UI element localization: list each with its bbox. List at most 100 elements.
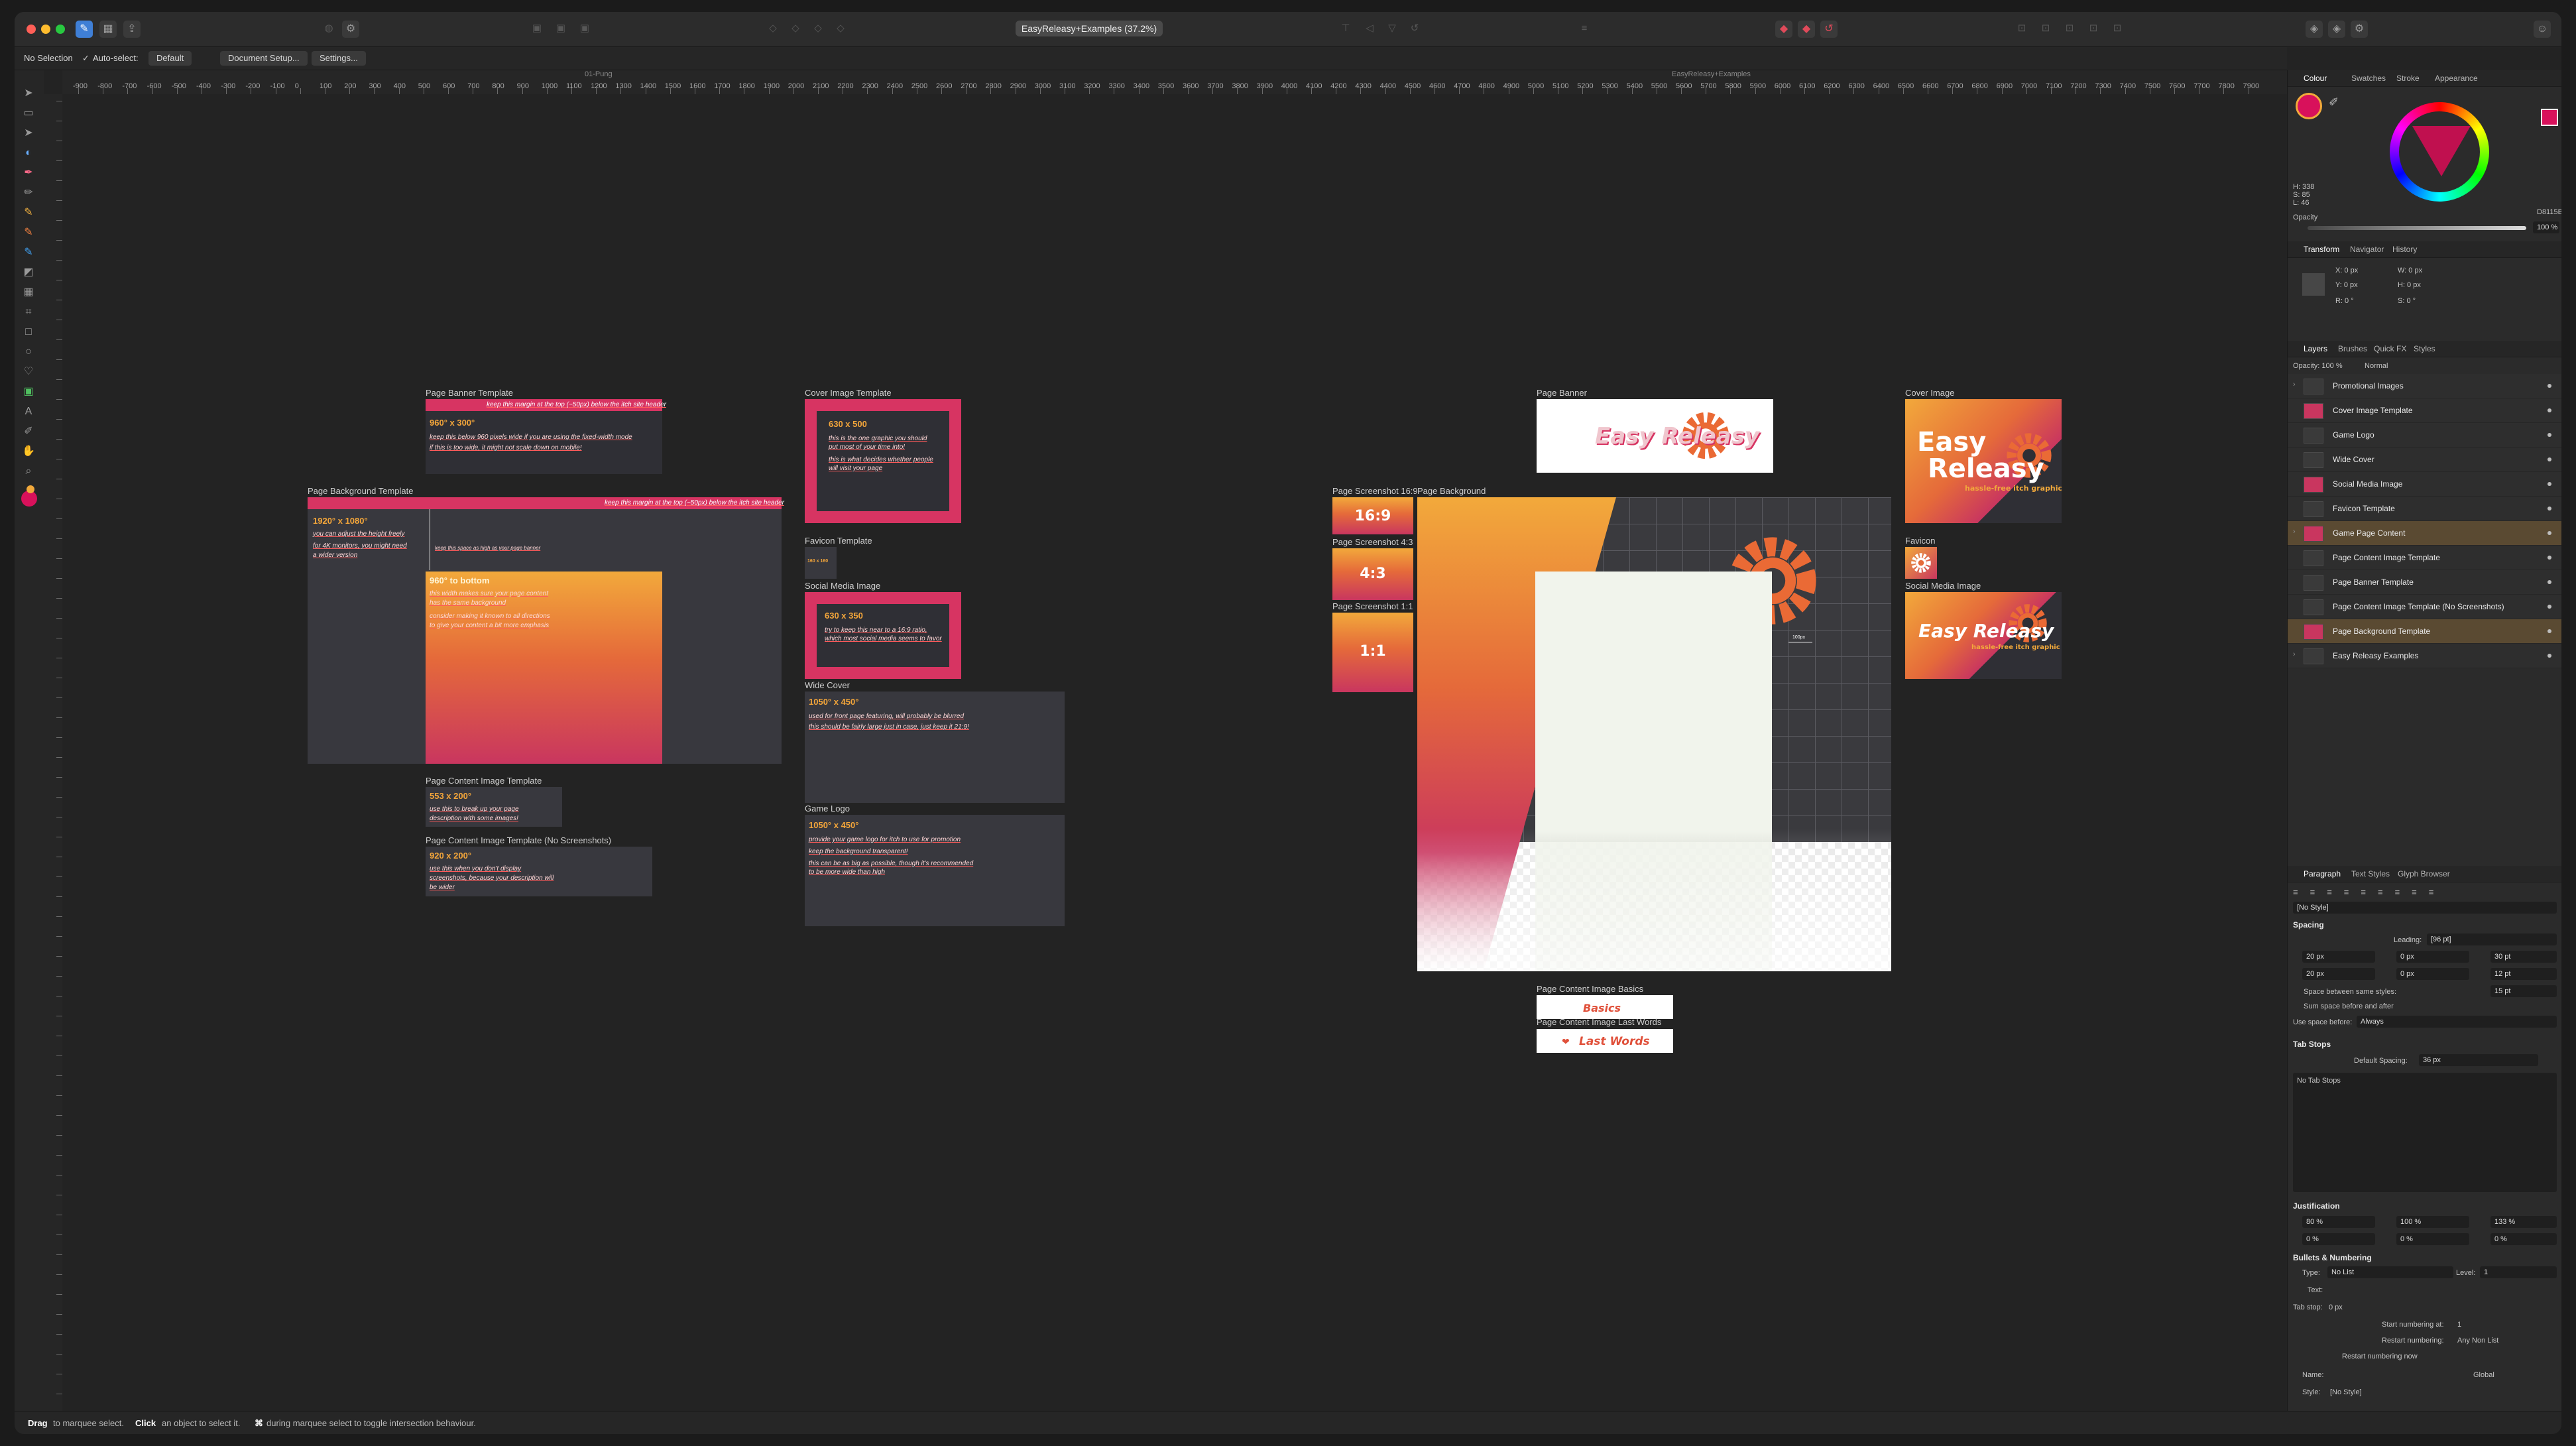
insert-behind-icon[interactable]: ⊡ bbox=[2040, 23, 2051, 34]
pixel-persona-icon[interactable]: ▦ bbox=[99, 21, 117, 38]
export-persona-icon[interactable]: ⇪ bbox=[123, 21, 141, 38]
favicon-artboard[interactable] bbox=[1905, 547, 1937, 579]
align-towards-spine-icon[interactable]: ≡ bbox=[2412, 887, 2417, 898]
settings-gear-icon[interactable]: ⚙ bbox=[342, 21, 359, 38]
tab-colour[interactable]: Colour bbox=[2304, 74, 2327, 83]
frame-text-tool-icon[interactable]: ▣ bbox=[21, 385, 36, 399]
artboard-label-favicon-template[interactable]: Favicon Template bbox=[805, 536, 872, 546]
align-icon[interactable]: ⊤ bbox=[1340, 23, 1351, 34]
content-last-words-artboard[interactable]: ❤ Last Words bbox=[1537, 1029, 1673, 1053]
last-line-indent[interactable]: 0 px bbox=[2396, 968, 2469, 980]
paragraph-style-dropdown[interactable]: [No Style] bbox=[2293, 902, 2557, 914]
layer-row[interactable]: Page Background Template bbox=[2288, 619, 2561, 644]
use-space-value[interactable]: Always bbox=[2357, 1016, 2557, 1028]
opacity-slider[interactable] bbox=[2308, 226, 2526, 230]
page-banner-artboard[interactable]: Easy Releasy bbox=[1537, 399, 1773, 473]
chevron-right-icon[interactable]: › bbox=[2293, 528, 2296, 536]
layers-opacity[interactable]: Opacity: 100 % bbox=[2293, 362, 2343, 370]
visibility-toggle[interactable] bbox=[2547, 433, 2551, 437]
layer-row[interactable]: › Promotional Images bbox=[2288, 374, 2561, 398]
page-banner-template-artboard[interactable]: keep this margin at the top (~50px) belo… bbox=[426, 399, 666, 474]
boolean-intersect-icon[interactable]: ↺ bbox=[1820, 21, 1838, 38]
layer-row[interactable]: Page Content Image Template (No Screensh… bbox=[2288, 595, 2561, 619]
boolean-subtract-icon[interactable]: ◆ bbox=[1798, 21, 1815, 38]
game-logo-artboard[interactable]: 1050° x 450° provide your game logo for … bbox=[805, 815, 1065, 926]
justify-center-icon[interactable]: ≡ bbox=[2361, 887, 2366, 898]
boolean-add-icon[interactable]: ◆ bbox=[1775, 21, 1792, 38]
layer-row[interactable]: Page Banner Template bbox=[2288, 570, 2561, 595]
visibility-toggle[interactable] bbox=[2547, 531, 2551, 535]
chevron-right-icon[interactable]: › bbox=[2293, 381, 2296, 389]
layer-row[interactable]: Cover Image Template bbox=[2288, 398, 2561, 423]
transform-h[interactable]: H: 0 px bbox=[2398, 281, 2421, 289]
opacity-value[interactable]: 100 % bbox=[2533, 221, 2559, 233]
artboard-label-screenshot-11[interactable]: Page Screenshot 1:1 bbox=[1332, 601, 1413, 611]
document-title[interactable]: EasyReleasy+Examples (37.2%) bbox=[1016, 21, 1163, 36]
order-last-icon[interactable]: ◇ bbox=[835, 23, 846, 34]
pencil-tool-icon[interactable]: ✏ bbox=[21, 186, 36, 200]
justify-left-icon[interactable]: ≡ bbox=[2344, 887, 2349, 898]
tab-transform[interactable]: Transform bbox=[2304, 245, 2339, 254]
artboard-label-content-last-words[interactable]: Page Content Image Last Words bbox=[1537, 1017, 1661, 1027]
place-image-tool-icon[interactable]: ▦ bbox=[21, 285, 36, 300]
artboard-label-page-background[interactable]: Page Background bbox=[1417, 486, 1486, 496]
artboard-label-content-basics[interactable]: Page Content Image Basics bbox=[1537, 984, 1643, 994]
default-spacing-value[interactable]: 36 px bbox=[2419, 1054, 2538, 1066]
global-checkbox[interactable]: Global bbox=[2473, 1371, 2494, 1379]
artboard-label-page-background-template[interactable]: Page Background Template bbox=[308, 486, 413, 496]
sum-space-checkbox[interactable]: Sum space before and after bbox=[2304, 1002, 2394, 1010]
view-tool-icon[interactable]: ✋ bbox=[21, 444, 36, 459]
auto-select-dropdown[interactable]: Default bbox=[148, 51, 192, 66]
tab-stroke[interactable]: Stroke bbox=[2396, 74, 2420, 83]
tab-appearance[interactable]: Appearance bbox=[2435, 74, 2478, 83]
artistic-text-tool-icon[interactable]: A bbox=[21, 404, 36, 419]
minimize-window-button[interactable] bbox=[41, 25, 50, 34]
justify-all-icon[interactable]: ≡ bbox=[2395, 887, 2400, 898]
grid-icon[interactable]: ▣ bbox=[556, 23, 566, 34]
zoom-tool-icon[interactable]: ⌕ bbox=[21, 464, 36, 479]
align-left-icon[interactable]: ≡ bbox=[2293, 887, 2298, 898]
tab-paragraph[interactable]: Paragraph bbox=[2304, 869, 2341, 878]
page-background-template-artboard[interactable]: keep this margin at the top (~50px) belo… bbox=[308, 497, 784, 764]
layer-row[interactable]: Social Media Image bbox=[2288, 472, 2561, 497]
artboard-tool-icon[interactable]: ▭ bbox=[21, 106, 36, 121]
artboard-label-cover-image-template[interactable]: Cover Image Template bbox=[805, 388, 892, 398]
transform-icon[interactable]: ≡ bbox=[1579, 23, 1590, 34]
insert-below-icon[interactable]: ⊡ bbox=[2088, 23, 2099, 34]
zoom-window-button[interactable] bbox=[56, 25, 65, 34]
node-tool-icon[interactable]: ➤ bbox=[21, 126, 36, 141]
visibility-toggle[interactable] bbox=[2547, 384, 2551, 388]
layers-blend-mode[interactable]: Normal bbox=[2365, 362, 2388, 370]
transform-s[interactable]: S: 0 ° bbox=[2398, 297, 2416, 305]
transform-x[interactable]: X: 0 px bbox=[2335, 267, 2358, 274]
artboard-label-page-content-no-screenshots[interactable]: Page Content Image Template (No Screensh… bbox=[426, 835, 611, 845]
move-tool-icon[interactable]: ➤ bbox=[21, 86, 36, 101]
tab-layers[interactable]: Layers bbox=[2304, 344, 2327, 353]
artboard-label-social-media-image[interactable]: Social Media Image bbox=[1905, 581, 1981, 591]
visibility-toggle[interactable] bbox=[2547, 457, 2551, 461]
insert-top-icon[interactable]: ⊡ bbox=[2064, 23, 2075, 34]
insert-above-icon[interactable]: ⊡ bbox=[2112, 23, 2123, 34]
artboard-label-screenshot-43[interactable]: Page Screenshot 4:3 bbox=[1332, 537, 1413, 547]
guides-icon[interactable]: ▣ bbox=[579, 23, 590, 34]
justify-right-icon[interactable]: ≡ bbox=[2378, 887, 2383, 898]
close-window-button[interactable] bbox=[27, 25, 36, 34]
visibility-toggle[interactable] bbox=[2547, 482, 2551, 486]
tab-history[interactable]: History bbox=[2392, 245, 2417, 254]
tab-navigator[interactable]: Navigator bbox=[2350, 245, 2384, 254]
page-content-image-template-artboard[interactable]: 553 x 200° use this to break up your pag… bbox=[426, 787, 562, 827]
crop-tool-icon[interactable]: ⌗ bbox=[21, 305, 36, 320]
fill-tool-icon[interactable]: ✎ bbox=[21, 225, 36, 240]
space-between-value[interactable]: 15 pt bbox=[2490, 985, 2557, 997]
transform-r[interactable]: R: 0 ° bbox=[2335, 297, 2354, 305]
layer-row[interactable]: › Easy Releasy Examples bbox=[2288, 644, 2561, 668]
hex-value[interactable]: D8115B bbox=[2537, 208, 2561, 216]
flip-v-icon[interactable]: ▽ bbox=[1387, 23, 1397, 34]
screenshot-11-artboard[interactable]: 1:1 bbox=[1332, 613, 1413, 692]
letter-spacing-desired[interactable]: 0 % bbox=[2396, 1233, 2469, 1245]
social-media-image-artboard[interactable]: Easy Releasy hassle-free itch graphic te… bbox=[1905, 592, 2062, 679]
word-spacing-min[interactable]: 80 % bbox=[2302, 1216, 2375, 1228]
artboard-label-favicon[interactable]: Favicon bbox=[1905, 536, 1936, 546]
order-front-icon[interactable]: ◇ bbox=[813, 23, 823, 34]
restart-numbering-value[interactable]: Any Non List bbox=[2457, 1337, 2498, 1345]
